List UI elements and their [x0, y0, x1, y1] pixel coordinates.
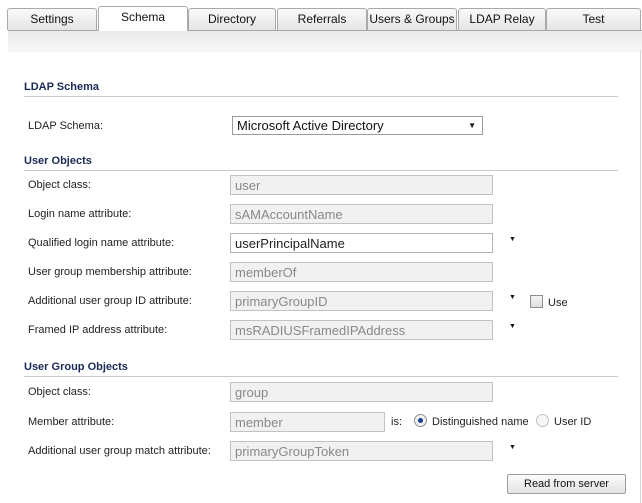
tab-test[interactable]: Test: [546, 8, 641, 30]
qualified-login-label: Qualified login name attribute:: [28, 237, 175, 249]
ldap-schema-select[interactable]: Microsoft Active Directory ▼: [232, 116, 483, 135]
group-membership-label: User group membership attribute:: [28, 266, 192, 278]
user-id-radio[interactable]: [536, 414, 549, 427]
tab-ldap-relay[interactable]: LDAP Relay: [458, 8, 546, 30]
tab-bar: Settings Schema Directory Referrals User…: [0, 0, 642, 31]
object-class-field[interactable]: [230, 175, 493, 195]
additional-match-label: Additional user group match attribute:: [28, 445, 211, 457]
dropdown-arrow-icon[interactable]: ▼: [509, 294, 516, 301]
use-checkbox[interactable]: [530, 295, 543, 308]
group-object-class-label: Object class:: [28, 386, 91, 398]
ldap-schema-label: LDAP Schema:: [28, 120, 104, 132]
distinguished-name-radio[interactable]: [414, 414, 427, 427]
read-from-server-button[interactable]: Read from server: [507, 474, 626, 494]
distinguished-name-label: Distinguished name: [432, 416, 529, 428]
is-label: is:: [391, 416, 402, 428]
additional-match-field[interactable]: [230, 441, 493, 461]
additional-group-id-label: Additional user group ID attribute:: [28, 295, 192, 307]
section-user-group-objects: User Group Objects: [24, 361, 618, 377]
panel-border: [640, 50, 641, 503]
group-object-class-field[interactable]: [230, 382, 493, 402]
additional-group-id-field[interactable]: [230, 291, 493, 311]
section-user-objects: User Objects: [24, 155, 618, 171]
login-name-label: Login name attribute:: [28, 208, 132, 220]
group-membership-field[interactable]: [230, 262, 493, 282]
tab-users-groups[interactable]: Users & Groups: [367, 8, 457, 30]
tab-directory[interactable]: Directory: [188, 8, 276, 30]
dropdown-arrow-icon[interactable]: ▼: [509, 323, 516, 330]
dropdown-arrow-icon[interactable]: ▼: [509, 236, 516, 243]
ldap-schema-value: Microsoft Active Directory: [237, 118, 384, 133]
framed-ip-label: Framed IP address attribute:: [28, 324, 168, 336]
member-attribute-field[interactable]: [230, 412, 385, 432]
object-class-label: Object class:: [28, 179, 91, 191]
section-ldap-schema: LDAP Schema: [24, 81, 618, 97]
member-attribute-label: Member attribute:: [28, 416, 115, 428]
tab-schema[interactable]: Schema: [98, 6, 188, 31]
chevron-down-icon: ▼: [468, 121, 476, 130]
framed-ip-field[interactable]: [230, 320, 493, 340]
user-id-label: User ID: [554, 416, 592, 428]
use-label: Use: [548, 297, 568, 309]
tab-content-header: [8, 30, 642, 52]
login-name-field[interactable]: [230, 204, 493, 224]
tab-referrals[interactable]: Referrals: [277, 8, 367, 30]
tab-settings[interactable]: Settings: [7, 8, 97, 30]
qualified-login-field[interactable]: [230, 233, 493, 253]
dropdown-arrow-icon[interactable]: ▼: [509, 444, 516, 451]
